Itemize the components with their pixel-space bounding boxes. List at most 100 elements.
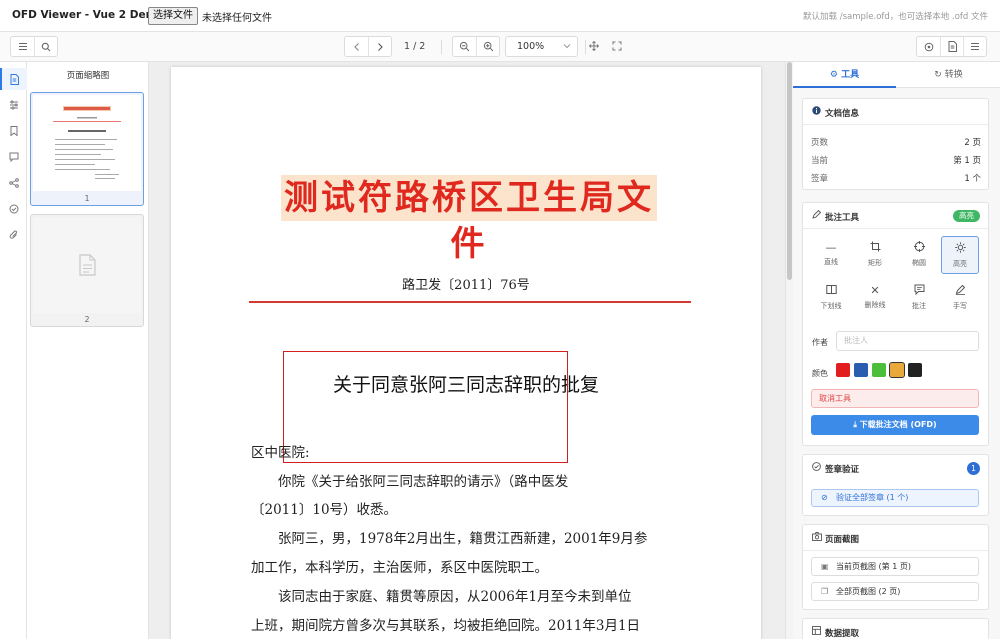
right-tool-group (916, 36, 987, 57)
menu-icon[interactable] (11, 37, 34, 56)
thumbnail-page-1[interactable]: 1 (30, 92, 144, 206)
pen-icon (941, 284, 979, 298)
color-swatch-black[interactable] (908, 363, 922, 377)
tool-handwriting[interactable]: 手写 (941, 279, 979, 317)
thumbnail-page-2[interactable]: 2 (30, 214, 144, 327)
tool-label: 下划线 (820, 302, 842, 310)
author-label: 作者 (812, 338, 828, 347)
crop-icon (856, 241, 894, 255)
file-status: 未选择任何文件 (202, 13, 272, 24)
copy-icon: ❐ (821, 587, 829, 596)
list-icon[interactable] (963, 37, 986, 56)
download-icon: ⤓ (853, 420, 857, 429)
app-title: OFD Viewer - Vue 2 Demo (12, 9, 164, 21)
comment-icon[interactable] (0, 146, 27, 168)
outline-icon[interactable] (0, 94, 27, 116)
tab-tools-label: 工具 (841, 70, 860, 80)
color-label: 颜色 (812, 369, 828, 378)
color-swatch-orange[interactable] (889, 362, 905, 378)
screenshot-all-label: 全部页截图 (2 页) (836, 587, 901, 596)
tool-strikethrough[interactable]: ✕ 删除线 (856, 279, 894, 317)
verify-signatures-button[interactable]: ⊘ 验证全部签章 (1 个) (811, 489, 979, 507)
rectangle-annotation[interactable] (283, 351, 568, 463)
panel-tabs: ⚙ 工具 ↻ 转换 (793, 62, 1000, 88)
extract-card: 数据提取 (802, 618, 989, 639)
doc-info-title: 文档信息 (825, 109, 860, 119)
tool-label: 删除线 (864, 301, 886, 309)
fit-group (582, 36, 628, 57)
tool-ellipse[interactable]: 椭圆 (900, 236, 938, 274)
image-icon: ▣ (821, 562, 829, 571)
toolbar: 1 / 2 100% (0, 32, 1000, 62)
next-page-icon[interactable] (368, 37, 391, 56)
tool-comment[interactable]: 批注 (900, 279, 938, 317)
screenshot-all-button[interactable]: ❐ 全部页截图 (2 页) (811, 582, 979, 601)
document-text-line: 区中医院: (251, 445, 310, 461)
left-tool-group (10, 36, 58, 57)
prev-page-icon[interactable] (345, 37, 368, 56)
divider (441, 40, 442, 54)
chevron-down-icon (563, 37, 571, 56)
document-scrollbar[interactable] (785, 62, 793, 639)
share-icon[interactable] (0, 172, 27, 194)
thumbnail-page-number: 1 (84, 194, 90, 203)
color-swatch-blue[interactable] (854, 363, 868, 377)
sidebar-rail (0, 62, 27, 639)
check-circle-icon (812, 462, 821, 474)
tool-underline[interactable]: 下划线 (812, 279, 850, 317)
document-header: 测试符路桥区卫生局文件 (281, 175, 657, 264)
document-icon[interactable] (940, 37, 963, 56)
zoom-group (452, 36, 500, 57)
card-header: 数据提取 (803, 619, 988, 639)
document-text-line: 上班，期间院方曾多次与其联系，均被拒绝回院。2011年3月1日 (251, 618, 641, 634)
fullscreen-icon[interactable] (605, 36, 628, 55)
document-text-line: 张阿三，男，1978年2月出生，籍贯江西新建，2001年9月参 (251, 531, 648, 547)
signature-count-badge: 1 (967, 462, 980, 475)
camera-icon (812, 532, 822, 544)
color-swatch-red[interactable] (836, 363, 850, 377)
table-icon (812, 626, 821, 638)
tab-tools[interactable]: ⚙ 工具 (793, 62, 896, 88)
author-input[interactable]: 批注人 (836, 331, 979, 351)
zoom-in-icon[interactable] (476, 37, 499, 56)
active-tool-badge: 高亮 (953, 210, 980, 222)
thumbnail-page-number: 2 (84, 315, 90, 324)
page-thumbnail-icon[interactable] (0, 68, 27, 90)
print-icon[interactable] (917, 37, 940, 56)
screenshot-title: 页面截图 (825, 535, 860, 545)
card-header: 文档信息 (803, 99, 988, 125)
bookmark-icon[interactable] (0, 120, 27, 142)
comment-icon (900, 284, 938, 298)
gear-icon: ⚙ (829, 70, 838, 80)
color-swatch-green[interactable] (872, 363, 886, 377)
search-icon[interactable] (34, 37, 57, 56)
doc-info-card: 文档信息 页数 2 页 当前 第 1 页 签章 1 个 (802, 98, 989, 190)
document-viewport[interactable]: 测试符路桥区卫生局文件 路卫发〔2011〕76号 关于同意张阿三同志辞职的批复 … (149, 62, 785, 639)
tab-convert[interactable]: ↻ 转换 (897, 62, 1000, 88)
tool-label: 直线 (824, 258, 838, 266)
tab-convert-label: 转换 (944, 70, 963, 80)
zoom-select[interactable]: 100% (505, 36, 578, 57)
screenshot-current-button[interactable]: ▣ 当前页截图 (第 1 页) (811, 557, 979, 576)
info-value: 1 个 (964, 174, 981, 184)
document-text-line: 你院《关于给张阿三同志辞职的请示》（路中医发 (251, 474, 569, 490)
card-header: 批注工具 高亮 (803, 203, 988, 229)
card-header: 签章验证 1 (803, 455, 988, 481)
move-icon[interactable] (582, 36, 605, 55)
choose-file-button[interactable]: 选择文件 (148, 7, 198, 25)
header-divider (249, 301, 691, 303)
screenshot-current-label: 当前页截图 (第 1 页) (836, 562, 911, 571)
cancel-tool-button[interactable]: 取消工具 (811, 389, 979, 408)
check-circle-icon: ⊘ (821, 493, 828, 502)
attachment-icon[interactable] (0, 224, 27, 246)
document-text-line: 该同志由于家庭、籍贯等原因，从2006年1月至今未到单位 (251, 589, 632, 605)
zoom-value: 100% (517, 41, 545, 52)
tool-line[interactable]: — 直线 (812, 236, 850, 274)
tool-rectangle[interactable]: 矩形 (856, 236, 894, 274)
scrollbar-thumb[interactable] (787, 62, 792, 280)
tool-highlight[interactable]: 高亮 (941, 236, 979, 274)
right-panel: ⚙ 工具 ↻ 转换 文档信息 页数 2 页 当前 第 1 页 签章 1 个 批注… (793, 62, 1000, 639)
zoom-out-icon[interactable] (453, 37, 476, 56)
check-circle-icon[interactable] (0, 198, 27, 220)
download-annotated-button[interactable]: ⤓ 下载批注文档 (OFD) (811, 415, 979, 435)
